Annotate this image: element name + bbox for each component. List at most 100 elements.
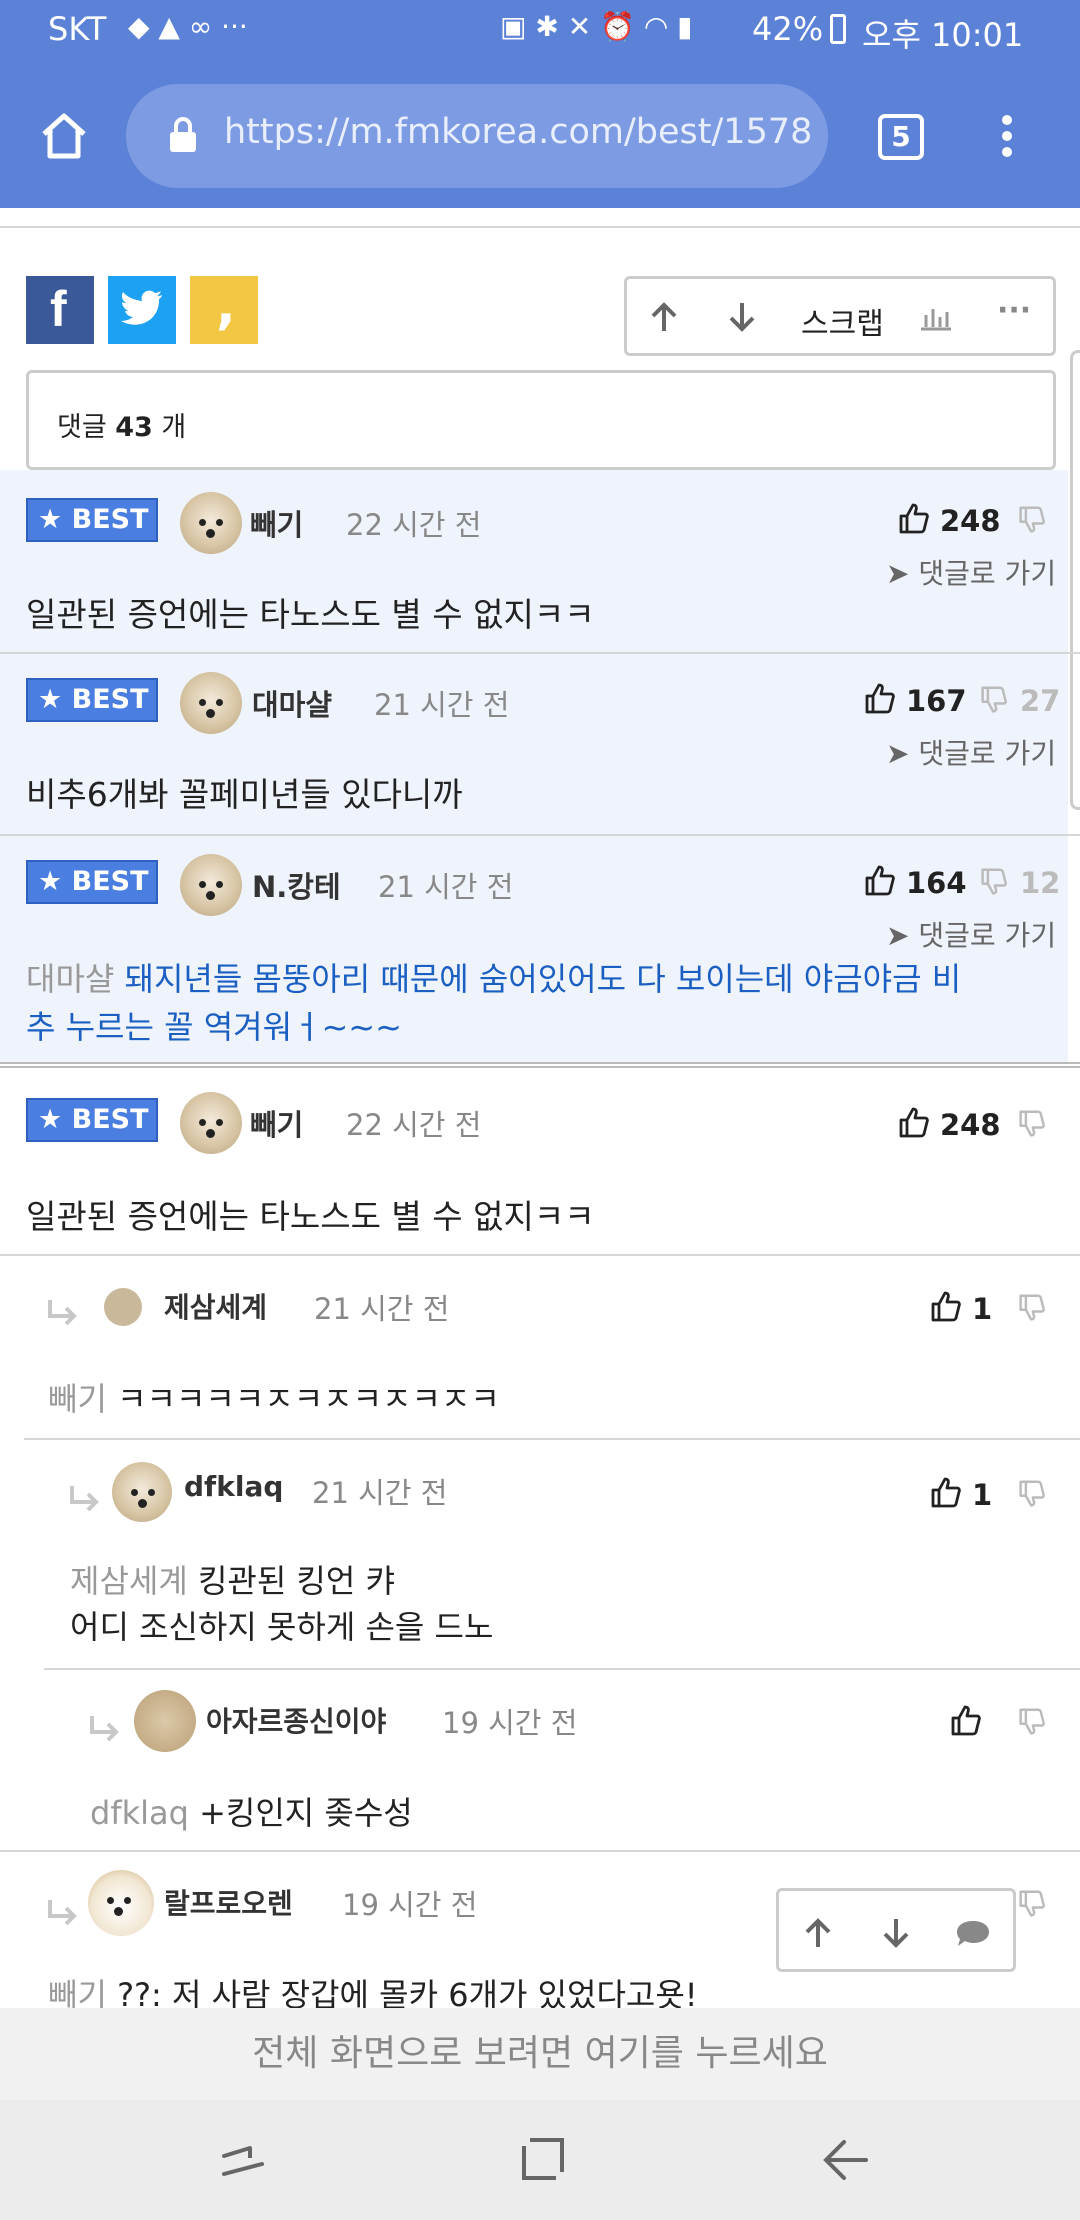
back-icon[interactable] [822, 2138, 870, 2182]
comment-text: 일관된 증언에는 타노스도 별 수 없지ㅋㅋ [26, 595, 595, 634]
notification-icons: ◆ ▲ ∞ ··· [128, 10, 248, 43]
comment-text: 비추6개봐 꼴페미년들 있다니까 [26, 775, 463, 814]
arrow-up-icon[interactable] [803, 1917, 833, 1949]
avatar[interactable] [88, 1870, 154, 1936]
mention[interactable]: dfklaq [90, 1794, 189, 1832]
nickname[interactable]: 제삼세계 [164, 1286, 267, 1326]
avatar[interactable] [112, 1462, 172, 1522]
goto-comment-link[interactable]: ➤ 댓글로 가기 [886, 914, 1056, 954]
thumbs-down-icon[interactable] [980, 686, 1008, 714]
thumbs-up-icon[interactable] [898, 502, 930, 534]
tabs-button[interactable]: 5 [878, 114, 924, 160]
avatar[interactable] [180, 854, 242, 916]
thumbs-up-icon[interactable] [898, 1106, 930, 1138]
thumbs-up-icon[interactable] [930, 1290, 962, 1322]
like-count: 1 [972, 1478, 993, 1512]
timestamp: 21 시간 전 [312, 1476, 448, 1510]
arrow-down-icon[interactable] [881, 1917, 911, 1949]
goto-comment-link[interactable]: ➤ 댓글로 가기 [886, 552, 1056, 592]
address-bar[interactable]: https://m.fmkorea.com/best/1578 [126, 84, 828, 188]
nickname[interactable]: 아자르종신이야 [206, 1700, 386, 1740]
thumbs-up-icon[interactable] [864, 864, 896, 896]
side-scroll-tab[interactable] [1070, 350, 1080, 810]
lock-icon [168, 116, 198, 154]
kakao-icon: , [216, 276, 236, 336]
recent-apps-icon[interactable] [220, 2138, 266, 2182]
kakao-share-button[interactable]: , [190, 276, 258, 344]
home-icon[interactable] [40, 112, 88, 160]
nickname[interactable]: dfklaq [184, 1470, 283, 1503]
status-bar: SKT ◆ ▲ ∞ ··· ▣ ✱ ✕ ⏰ ◠ ▮ 42% 오후 10:01 [0, 0, 1080, 62]
comment-text: 빼기 ㅋㅋㅋㅋㅋㅈㅋㅈㅋㅈㅋㅈㅋ [48, 1380, 500, 1418]
like-count: 164 [906, 866, 967, 900]
arrow-up-icon[interactable] [649, 301, 679, 333]
mention[interactable]: 제삼세계 [70, 1562, 188, 1600]
more-menu-icon[interactable] [998, 112, 1016, 160]
thumbs-down-icon[interactable] [980, 868, 1008, 896]
like-count: 248 [940, 504, 1001, 538]
timestamp: 19 시간 전 [442, 1706, 578, 1740]
nickname[interactable]: 랄프로오렌 [164, 1882, 293, 1922]
clock: 오후 10:01 [862, 16, 1024, 54]
more-icon[interactable]: ··· [997, 293, 1031, 328]
reply-comment: 아자르종신이야 19 시간 전 dfklaq +킹인지 좆수성 [0, 1670, 1080, 1850]
avatar[interactable] [180, 672, 242, 734]
twitter-icon [121, 290, 162, 325]
thumbs-down-icon[interactable] [1018, 1294, 1046, 1322]
arrow-down-icon[interactable] [727, 301, 757, 333]
thumbs-down-icon[interactable] [1018, 506, 1046, 534]
nickname[interactable]: 대마샬 [252, 682, 332, 724]
thumbs-up-icon[interactable] [864, 682, 896, 714]
floating-nav [776, 1888, 1016, 1972]
system-icons: ▣ ✱ ✕ ⏰ ◠ ▮ [500, 10, 693, 43]
mention[interactable]: 대마샬 [26, 960, 114, 998]
thumbs-up-icon[interactable] [950, 1704, 982, 1736]
comment-text: dfklaq +킹인지 좆수성 [90, 1794, 413, 1832]
like-count: 248 [940, 1108, 1001, 1142]
comment-bubble-icon[interactable] [955, 1919, 991, 1949]
scrap-button[interactable]: 스크랩 [801, 299, 884, 343]
reply-arrow-icon [90, 1716, 119, 1742]
mention[interactable]: 빼기 [48, 1380, 107, 1418]
dislike-count: 12 [1020, 866, 1061, 900]
stats-icon[interactable] [919, 303, 953, 331]
comment-text: 일관된 증언에는 타노스도 별 수 없지ㅋㅋ [26, 1197, 595, 1236]
timestamp: 21 시간 전 [314, 1292, 450, 1326]
nickname[interactable]: 빼기 [250, 502, 303, 544]
timestamp: 21 시간 전 [374, 688, 510, 722]
reply-arrow-icon [48, 1300, 77, 1326]
best-comment: ★ BEST N.캉테 21 시간 전 164 12 ➤ 댓글로 가기 대마샬 … [0, 836, 1068, 1062]
thumbs-down-icon[interactable] [1018, 1480, 1046, 1508]
thumbs-down-icon[interactable] [1018, 1110, 1046, 1138]
thumbs-down-icon[interactable] [1018, 1890, 1046, 1918]
best-comment: ★ BEST 빼기 22 시간 전 248 ➤ 댓글로 가기 일관된 증언에는 … [0, 470, 1068, 652]
avatar[interactable] [104, 1288, 142, 1326]
comment-text-line2: 어디 조신하지 못하게 손을 드노 [70, 1608, 494, 1646]
dislike-count: 27 [1020, 684, 1061, 718]
fullscreen-banner[interactable]: 전체 화면으로 보려면 여기를 누르세요 [0, 2008, 1080, 2100]
best-badge: ★ BEST [26, 678, 158, 722]
facebook-share-button[interactable]: f [26, 276, 94, 344]
battery-level: 42% [752, 10, 824, 48]
thumbs-down-icon[interactable] [1018, 1708, 1046, 1736]
comment-text: 대마샬 돼지년들 몸뚱아리 때문에 숨어있어도 다 보이는데 야금야금 비 [26, 960, 962, 998]
url-text: https://m.fmkorea.com/best/1578 [224, 112, 813, 152]
nickname[interactable]: 빼기 [250, 1102, 303, 1144]
twitter-share-button[interactable] [108, 276, 176, 344]
reply-comment: 제삼세계 21 시간 전 1 빼기 ㅋㅋㅋㅋㅋㅈㅋㅈㅋㅈㅋㅈㅋ [0, 1256, 1080, 1438]
nickname[interactable]: N.캉테 [252, 864, 341, 906]
battery-icon [830, 14, 846, 44]
avatar[interactable] [180, 1092, 242, 1154]
mention[interactable]: 빼기 [48, 1976, 107, 2008]
avatar[interactable] [180, 492, 242, 554]
best-badge: ★ BEST [26, 498, 158, 542]
avatar[interactable] [134, 1690, 196, 1752]
thumbs-up-icon[interactable] [930, 1476, 962, 1508]
goto-comment-link[interactable]: ➤ 댓글로 가기 [886, 732, 1056, 772]
home-button-icon[interactable] [520, 2136, 566, 2182]
browser-toolbar: https://m.fmkorea.com/best/1578 5 [0, 62, 1080, 208]
timestamp: 19 시간 전 [342, 1888, 478, 1922]
timestamp: 22 시간 전 [346, 1108, 482, 1142]
comment-text: 빼기 ??: 저 사람 장갑에 몰카 6개가 있었다고욧! [48, 1970, 698, 2008]
best-badge: ★ BEST [26, 860, 158, 904]
